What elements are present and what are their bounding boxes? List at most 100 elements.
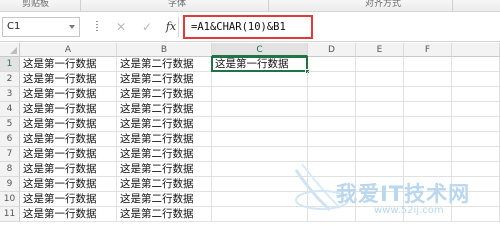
cell-g11[interactable] [452,207,500,222]
cell-a3[interactable]: 这是第一行数据 [20,87,117,102]
row-header-10[interactable]: 10 [0,192,20,207]
cell-d8[interactable] [308,162,356,177]
row-header-6[interactable]: 6 [0,132,20,147]
cell-b4[interactable]: 这是第二行数据 [117,102,212,117]
cell-g1[interactable] [452,57,500,72]
cell-e7[interactable] [356,147,404,162]
cell-d7[interactable] [308,147,356,162]
cell-c3[interactable] [212,87,308,102]
cell-f10[interactable] [404,192,452,207]
cell-d3[interactable] [308,87,356,102]
cell-g7[interactable] [452,147,500,162]
cell-g4[interactable] [452,102,500,117]
cell-c7[interactable] [212,147,308,162]
row-header-9[interactable]: 9 [0,177,20,192]
cell-b2[interactable]: 这是第二行数据 [117,72,212,87]
cell-b3[interactable]: 这是第二行数据 [117,87,212,102]
cell-d1[interactable] [308,57,356,72]
cell-e8[interactable] [356,162,404,177]
cell-a11[interactable]: 这是第一行数据 [20,207,117,222]
selected-cell-c1[interactable]: 这是第一行数据 [211,56,308,72]
cell-f1[interactable] [404,57,452,72]
cell-b5[interactable]: 这是第二行数据 [117,117,212,132]
formula-input[interactable]: =A1&CHAR(10)&B1 [183,15,313,39]
cell-g2[interactable] [452,72,500,87]
cell-b10[interactable]: 这是第二行数据 [117,192,212,207]
cell-f3[interactable] [404,87,452,102]
cell-c2[interactable] [212,72,308,87]
cell-a7[interactable]: 这是第一行数据 [20,147,117,162]
cell-e11[interactable] [356,207,404,222]
cell-c5[interactable] [212,117,308,132]
formula-bar-grip[interactable] [96,21,98,33]
cell-c9[interactable] [212,177,308,192]
cell-c8[interactable] [212,162,308,177]
cell-g5[interactable] [452,117,500,132]
cell-g8[interactable] [452,162,500,177]
insert-function-button[interactable]: fx [163,19,179,35]
cell-f5[interactable] [404,117,452,132]
row-header-7[interactable]: 7 [0,147,20,162]
column-header-c[interactable]: C [212,43,308,57]
cell-b6[interactable]: 这是第二行数据 [117,132,212,147]
cell-f11[interactable] [404,207,452,222]
cell-c10[interactable] [212,192,308,207]
cell-g6[interactable] [452,132,500,147]
cell-f9[interactable] [404,177,452,192]
cell-b7[interactable]: 这是第二行数据 [117,147,212,162]
cell-d11[interactable] [308,207,356,222]
cell-c6[interactable] [212,132,308,147]
cell-b8[interactable]: 这是第二行数据 [117,162,212,177]
row-header-1[interactable]: 1 [0,57,20,72]
cell-f8[interactable] [404,162,452,177]
cell-b9[interactable]: 这是第二行数据 [117,177,212,192]
cell-e3[interactable] [356,87,404,102]
cell-d10[interactable] [308,192,356,207]
cell-a1[interactable]: 这是第一行数据 [20,57,117,72]
cell-g3[interactable] [452,87,500,102]
column-header-e[interactable]: E [356,43,404,57]
column-header-f[interactable]: F [404,43,452,57]
row-header-5[interactable]: 5 [0,117,20,132]
cell-f4[interactable] [404,102,452,117]
chevron-down-icon[interactable] [69,25,75,29]
row-header-11[interactable]: 11 [0,207,20,222]
column-header-blank[interactable] [452,43,500,57]
cell-d2[interactable] [308,72,356,87]
cell-a6[interactable]: 这是第一行数据 [20,132,117,147]
cell-d9[interactable] [308,177,356,192]
column-header-b[interactable]: B [117,43,212,57]
row-header-4[interactable]: 4 [0,102,20,117]
cell-g9[interactable] [452,177,500,192]
cell-a10[interactable]: 这是第一行数据 [20,192,117,207]
cell-a9[interactable]: 这是第一行数据 [20,177,117,192]
cell-g10[interactable] [452,192,500,207]
cell-e1[interactable] [356,57,404,72]
cell-b11[interactable]: 这是第二行数据 [117,207,212,222]
close-icon[interactable]: ✕ [113,19,129,35]
cell-f7[interactable] [404,147,452,162]
name-box[interactable]: C1 [2,17,80,37]
cell-d5[interactable] [308,117,356,132]
cell-d6[interactable] [308,132,356,147]
cell-f6[interactable] [404,132,452,147]
cell-e10[interactable] [356,192,404,207]
row-header-3[interactable]: 3 [0,87,20,102]
row-header-2[interactable]: 2 [0,72,20,87]
cell-f2[interactable] [404,72,452,87]
cell-a2[interactable]: 这是第一行数据 [20,72,117,87]
cell-e9[interactable] [356,177,404,192]
check-icon[interactable]: ✓ [139,19,155,35]
cell-e6[interactable] [356,132,404,147]
cell-c4[interactable] [212,102,308,117]
cell-e2[interactable] [356,72,404,87]
column-header-a[interactable]: A [20,43,117,57]
cell-e5[interactable] [356,117,404,132]
cell-a4[interactable]: 这是第一行数据 [20,102,117,117]
cell-b1[interactable]: 这是第二行数据 [117,57,212,72]
cell-a5[interactable]: 这是第一行数据 [20,117,117,132]
cell-d4[interactable] [308,102,356,117]
cell-e4[interactable] [356,102,404,117]
cell-a8[interactable]: 这是第一行数据 [20,162,117,177]
column-header-d[interactable]: D [308,43,356,57]
